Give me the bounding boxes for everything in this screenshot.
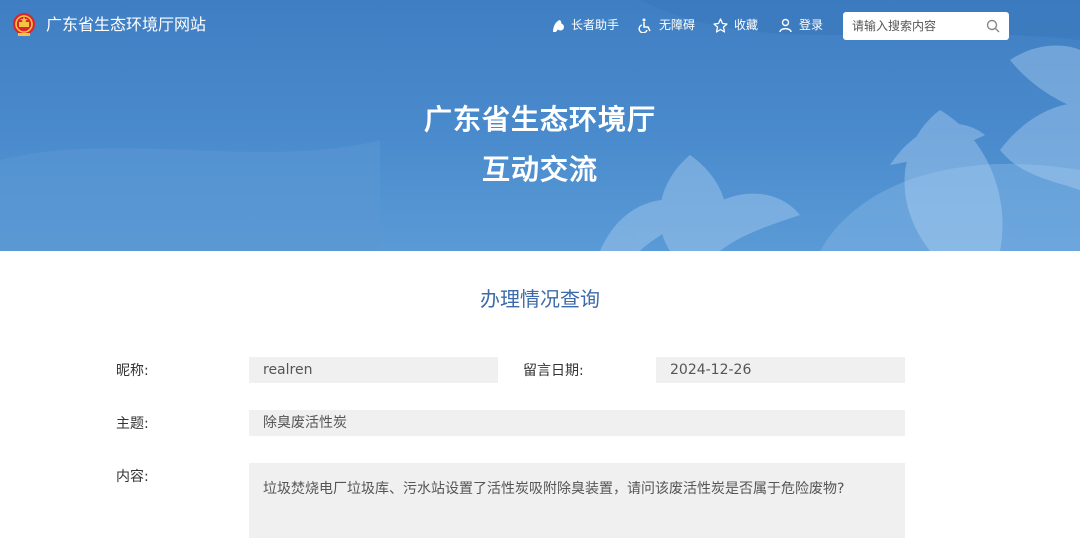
- search-box: [843, 12, 1009, 40]
- section-title: 办理情况查询: [480, 287, 600, 311]
- star-icon: [713, 17, 728, 33]
- search-input[interactable]: [843, 12, 981, 40]
- banner-title-interaction: 互动交流: [481, 153, 598, 186]
- national-emblem-icon: [13, 13, 35, 36]
- site-name[interactable]: 广东省生态环境厅网站: [46, 15, 206, 35]
- accessibility-button[interactable]: 无障碍: [638, 16, 695, 34]
- favorite-button[interactable]: 收藏: [713, 16, 758, 34]
- subject-value: 除臭废活性炭: [249, 410, 905, 436]
- banner-title-department: 广东省生态环境厅: [423, 103, 656, 136]
- elderly-assist-label: 长者助手: [571, 18, 620, 32]
- favorite-label: 收藏: [734, 18, 759, 32]
- elderly-assist-button[interactable]: 长者助手: [550, 16, 619, 34]
- content-label: 内容:: [116, 469, 149, 485]
- message-date-label: 留言日期:: [523, 363, 584, 379]
- subject-label: 主题:: [116, 416, 149, 432]
- nickname-value: realren: [249, 357, 498, 383]
- elderly-assist-icon: [553, 19, 564, 32]
- login-label: 登录: [799, 18, 824, 32]
- content-value: 垃圾焚烧电厂垃圾库、污水站设置了活性炭吸附除臭装置，请问该废活性炭是否属于危险废…: [249, 463, 905, 538]
- top-bar: 广东省生态环境厅网站 长者助手 无障碍 收藏 登录 请输入搜索内容: [0, 0, 1080, 50]
- search-icon[interactable]: [986, 19, 1000, 33]
- user-icon: [779, 18, 792, 32]
- accessibility-label: 无障碍: [659, 18, 696, 32]
- login-button[interactable]: 登录: [778, 16, 823, 34]
- wheelchair-icon: [638, 18, 651, 33]
- nickname-label: 昵称:: [116, 363, 149, 379]
- header-banner: 广东省生态环境厅网站 长者助手 无障碍 收藏 登录 请输入搜索内容 广东省生态环…: [0, 0, 1080, 251]
- message-date-value: 2024-12-26: [656, 357, 905, 383]
